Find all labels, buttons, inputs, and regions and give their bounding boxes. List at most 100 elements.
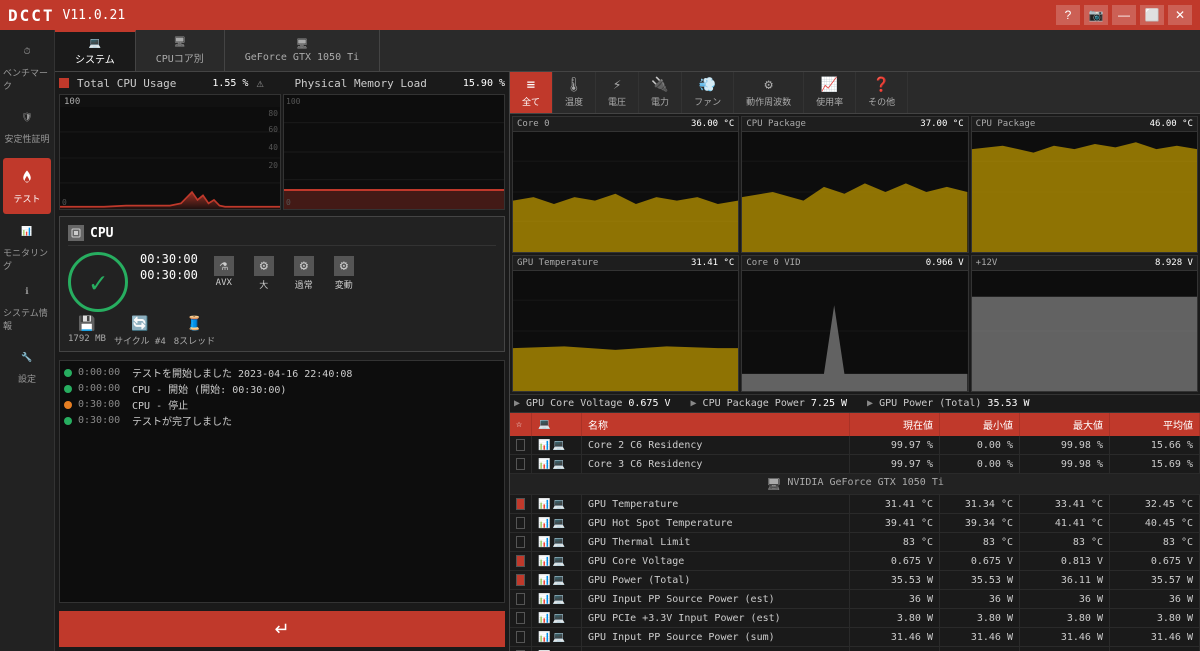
info-icon: ℹ bbox=[16, 281, 38, 303]
row-icons: 📊💻 bbox=[532, 628, 582, 646]
avx-icon: ⚗ bbox=[214, 256, 234, 276]
tab-cpu-core[interactable]: 🖥 CPUコア別 bbox=[136, 30, 225, 71]
row-min: 36 W bbox=[940, 590, 1020, 608]
tab-all[interactable]: ≡ 全て bbox=[510, 72, 553, 113]
row-name: GPU Core Voltage bbox=[582, 552, 850, 570]
chart-core0-label: Core 0 bbox=[517, 119, 550, 129]
row-check[interactable] bbox=[510, 495, 532, 513]
chart-core0-vid-body bbox=[742, 271, 967, 391]
sidebar-item-test[interactable]: テスト bbox=[3, 158, 51, 214]
chart-core0-value: 36.00 °C bbox=[691, 119, 734, 129]
normal-button[interactable]: ⚙ 過常 bbox=[286, 252, 322, 295]
sidebar-item-sysinfo[interactable]: ℹ システム情報 bbox=[3, 278, 51, 334]
checkbox[interactable] bbox=[516, 458, 525, 470]
checkbox[interactable] bbox=[516, 574, 525, 586]
row-min: 35.53 W bbox=[940, 571, 1020, 589]
chart-12v-value: 8.928 V bbox=[1155, 258, 1193, 268]
tab-temp[interactable]: 🌡 温度 bbox=[553, 72, 596, 113]
row-avg: 3.80 W bbox=[1110, 609, 1200, 627]
maximize-button[interactable]: ⬜ bbox=[1140, 5, 1164, 25]
row-check[interactable] bbox=[510, 571, 532, 589]
row-check[interactable] bbox=[510, 436, 532, 454]
cpu-header: CPU bbox=[68, 221, 496, 246]
chart-gpu-temp-value: 31.41 °C bbox=[691, 258, 734, 268]
checkbox[interactable] bbox=[516, 555, 525, 567]
tab-gtx1050ti[interactable]: 🖥 GeForce GTX 1050 Ti bbox=[225, 30, 380, 71]
row-check[interactable] bbox=[510, 552, 532, 570]
tab-system[interactable]: 💻 システム bbox=[55, 30, 136, 71]
row-avg: 15.69 % bbox=[1110, 455, 1200, 473]
log-line: 0:00:00 テストを開始しました 2023-04-16 22:40:08 bbox=[64, 365, 500, 380]
close-button[interactable]: ✕ bbox=[1168, 5, 1192, 25]
checkbox[interactable] bbox=[516, 631, 525, 643]
log-time: 0:00:00 bbox=[78, 383, 126, 394]
large-button[interactable]: ⚙ 大 bbox=[246, 252, 282, 295]
screenshot-button[interactable]: 📷 bbox=[1084, 5, 1108, 25]
gpu-core-v-label: GPU Core Voltage bbox=[526, 398, 622, 409]
tab-voltage[interactable]: ⚡ 電圧 bbox=[596, 72, 639, 113]
checkbox[interactable] bbox=[516, 593, 525, 605]
tab-other[interactable]: ❓ その他 bbox=[856, 72, 908, 113]
fan-icon: 💨 bbox=[699, 77, 716, 93]
memory-spec: 💾 1792 MB bbox=[68, 316, 106, 347]
tab-power[interactable]: 🔌 電力 bbox=[639, 72, 682, 113]
checkbox[interactable] bbox=[516, 536, 525, 548]
row-avg: 31.46 W bbox=[1110, 628, 1200, 646]
section-name: NVIDIA GeForce GTX 1050 Ti bbox=[787, 477, 944, 491]
main-layout: ⏱ ベンチマーク 🛡 安定性証明 テスト 📊 モニタリング ℹ システム情報 🔧… bbox=[0, 30, 1200, 651]
row-check[interactable] bbox=[510, 590, 532, 608]
checkbox[interactable] bbox=[516, 517, 525, 529]
tab-fan[interactable]: 💨 ファン bbox=[682, 72, 734, 113]
log-text: テストが完了しました bbox=[132, 413, 232, 428]
app-version: V11.0.21 bbox=[63, 8, 126, 23]
cpu-usage-value: 1.55 % bbox=[212, 78, 248, 89]
row-name: GPU PCIe +3.3V Input Power (est) bbox=[582, 609, 850, 627]
main-charts: 100 bbox=[55, 92, 509, 212]
tab-other-label: その他 bbox=[868, 95, 895, 108]
enter-button[interactable]: ↵ bbox=[59, 611, 505, 647]
titlebar: DCCT V11.0.21 ? 📷 — ⬜ ✕ bbox=[0, 0, 1200, 30]
sidebar-item-stability[interactable]: 🛡 安定性証明 bbox=[3, 98, 51, 154]
checkbox[interactable] bbox=[516, 439, 525, 451]
cpu-section: CPU ✓ 00:30:00 00:30:00 bbox=[59, 216, 505, 352]
row-avg: 0.675 V bbox=[1110, 552, 1200, 570]
tab-usage[interactable]: 📈 使用率 bbox=[804, 72, 856, 113]
row-current: 0.675 V bbox=[850, 552, 940, 570]
row-icons: 📊💻 bbox=[532, 455, 582, 473]
table-row: 📊💻 GPU Power (Total) 35.53 W 35.53 W 36.… bbox=[510, 571, 1200, 590]
sidebar-item-benchmark[interactable]: ⏱ ベンチマーク bbox=[3, 38, 51, 94]
row-check[interactable] bbox=[510, 609, 532, 627]
log-time: 0:30:00 bbox=[78, 415, 126, 426]
cpu-pkg-pwr-val: 7.25 W bbox=[811, 398, 847, 409]
chart-core0-vid-value: 0.966 V bbox=[926, 258, 964, 268]
row-icons: 📊💻 bbox=[532, 590, 582, 608]
avx-button[interactable]: ⚗ AVX bbox=[206, 252, 242, 295]
tab-freq[interactable]: ⚙ 動作周波数 bbox=[734, 72, 804, 113]
row-icons: 📊💻 bbox=[532, 552, 582, 570]
help-button[interactable]: ? bbox=[1056, 5, 1080, 25]
other-icon: ❓ bbox=[873, 77, 890, 93]
chart-cpu-pkg-header: CPU Package 37.00 °C bbox=[742, 117, 967, 132]
sidebar-item-settings[interactable]: 🔧 設定 bbox=[3, 338, 51, 394]
row-check[interactable] bbox=[510, 628, 532, 646]
variable-button[interactable]: ⚙ 変動 bbox=[326, 252, 362, 295]
row-min: 3.80 W bbox=[940, 609, 1020, 627]
sidebar-item-monitor[interactable]: 📊 モニタリング bbox=[3, 218, 51, 274]
row-check[interactable] bbox=[510, 455, 532, 473]
large-icon: ⚙ bbox=[254, 256, 274, 276]
chart-gpu-temp-header: GPU Temperature 31.41 °C bbox=[513, 256, 738, 271]
sidebar-label-benchmark: ベンチマーク bbox=[3, 66, 51, 92]
row-max: 41.41 °C bbox=[1020, 514, 1110, 532]
row-check[interactable] bbox=[510, 533, 532, 551]
checkbox[interactable] bbox=[516, 612, 525, 624]
table-section-header: 🖥NVIDIA GeForce GTX 1050 Ti bbox=[510, 474, 1200, 495]
titlebar-controls: ? 📷 — ⬜ ✕ bbox=[1056, 5, 1192, 25]
row-avg: 83 °C bbox=[1110, 533, 1200, 551]
freq-icon: ⚙ bbox=[764, 77, 772, 93]
row-icons: 📊💻 bbox=[532, 533, 582, 551]
row-check[interactable] bbox=[510, 647, 532, 651]
checkbox[interactable] bbox=[516, 498, 525, 510]
row-name: GPU Input PP Source Power (sum) bbox=[582, 628, 850, 646]
row-check[interactable] bbox=[510, 514, 532, 532]
minimize-button[interactable]: — bbox=[1112, 5, 1136, 25]
